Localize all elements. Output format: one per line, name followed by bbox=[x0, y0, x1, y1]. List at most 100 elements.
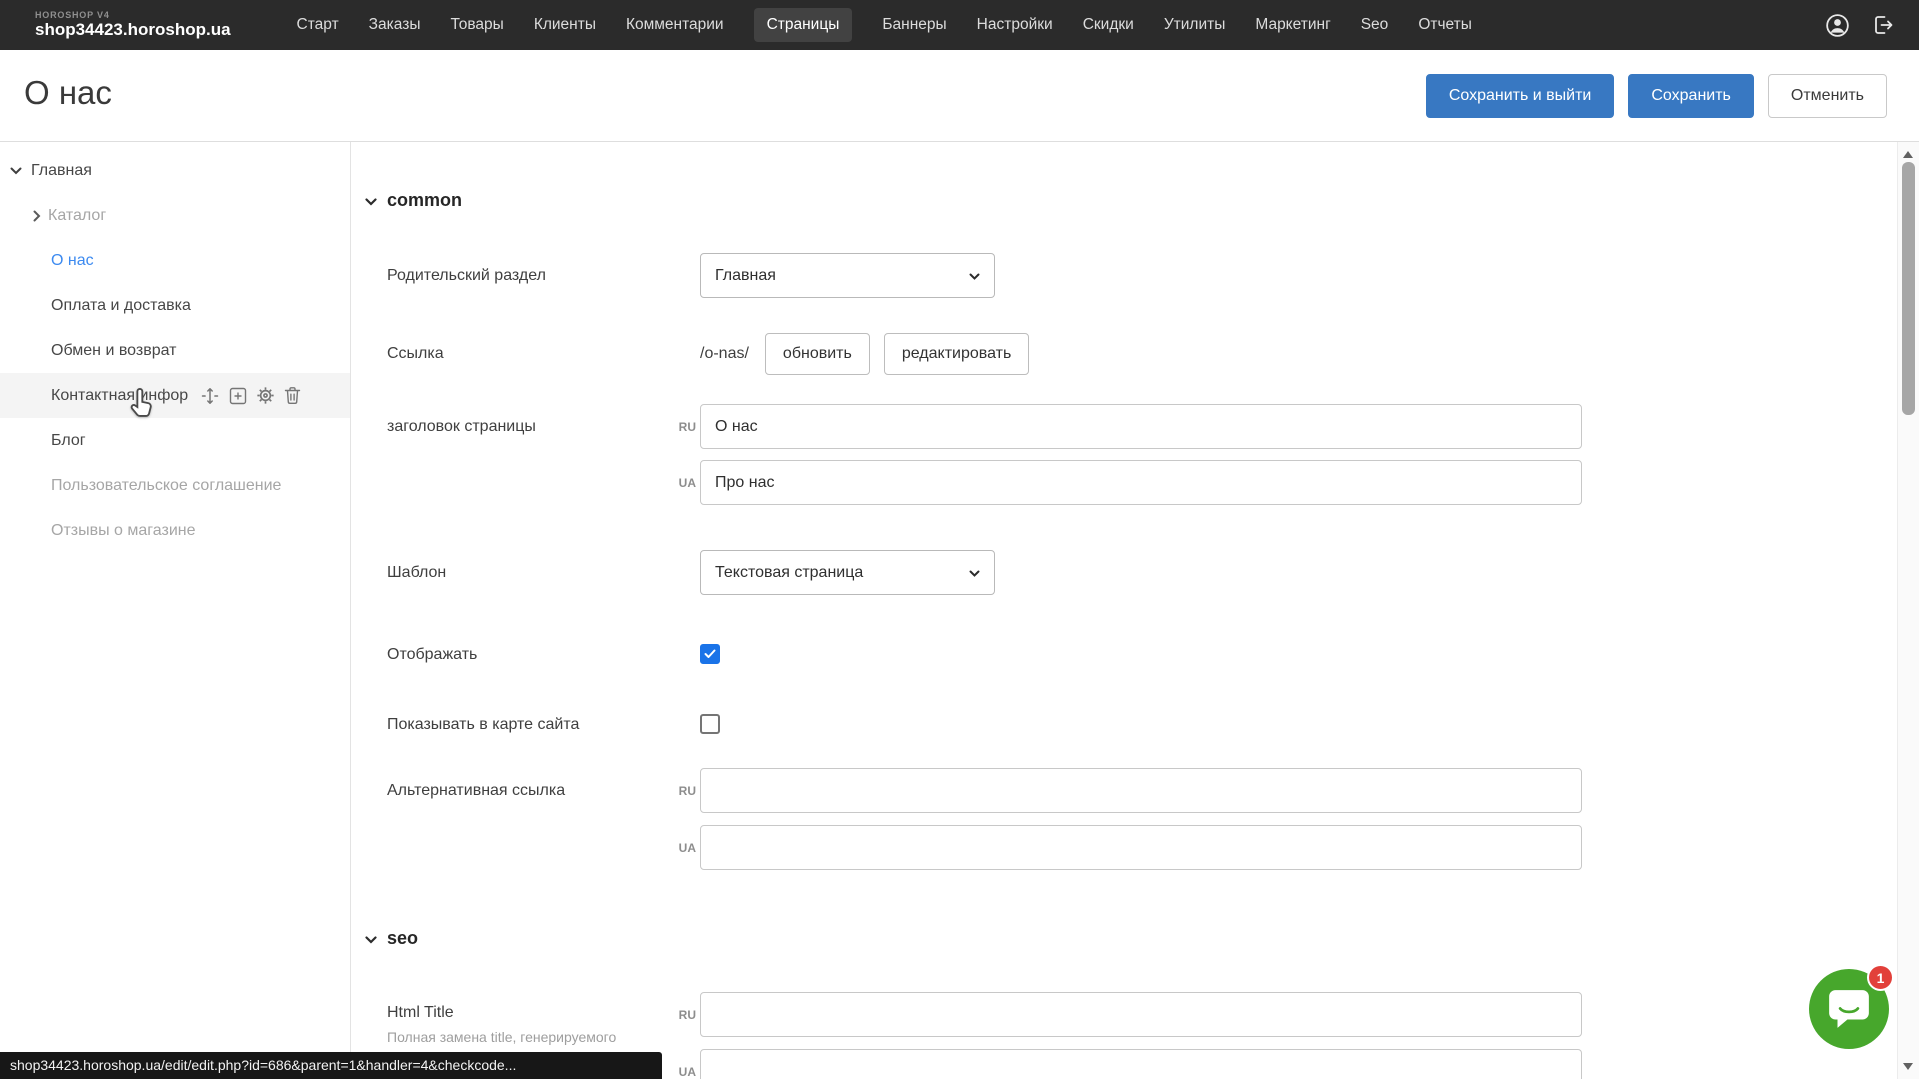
logout-icon[interactable] bbox=[1871, 13, 1895, 37]
section-seo[interactable]: seo bbox=[365, 923, 418, 953]
brand-logo[interactable]: HOROSHOP V4 shop34423.horoshop.ua bbox=[35, 11, 231, 38]
nav-banners[interactable]: Баннеры bbox=[882, 16, 946, 34]
alt-link-ru-input[interactable] bbox=[700, 768, 1582, 813]
tree-item-catalog[interactable]: Каталог bbox=[0, 193, 350, 238]
display-checkbox[interactable] bbox=[700, 644, 720, 664]
nav-products[interactable]: Товары bbox=[450, 16, 503, 34]
tree-item-label: Отзывы о магазине bbox=[51, 522, 196, 540]
tree-item-home[interactable]: Главная bbox=[0, 148, 350, 193]
field-label: Альтернативная ссылка bbox=[387, 768, 565, 813]
select-value: Главная bbox=[715, 267, 776, 285]
lang-badge-ru: RU bbox=[652, 992, 696, 1037]
chevron-right-icon bbox=[33, 210, 41, 222]
app-root: HOROSHOP V4 shop34423.horoshop.ua Старт … bbox=[0, 0, 1919, 1079]
field-label: Родительский раздел bbox=[387, 253, 546, 298]
nav-start[interactable]: Старт bbox=[297, 16, 339, 34]
nav-seo[interactable]: Seo bbox=[1361, 16, 1389, 34]
nav-reports[interactable]: Отчеты bbox=[1418, 16, 1472, 34]
tree-item-label: О нас bbox=[51, 252, 94, 270]
nav-marketing[interactable]: Маркетинг bbox=[1255, 16, 1330, 34]
save-exit-button[interactable]: Сохранить и выйти bbox=[1426, 74, 1615, 118]
save-button[interactable]: Сохранить bbox=[1628, 74, 1754, 118]
tree-item-about-us[interactable]: О нас bbox=[0, 238, 350, 283]
lang-badge-ua: UA bbox=[652, 825, 696, 870]
status-url-tooltip: shop34423.horoshop.ua/edit/edit.php?id=6… bbox=[0, 1052, 662, 1079]
nav-clients[interactable]: Клиенты bbox=[534, 16, 596, 34]
tree-item-label: Обмен и возврат bbox=[51, 342, 176, 360]
tree-item-store-reviews[interactable]: Отзывы о магазине bbox=[0, 508, 350, 553]
parent-section-select[interactable]: Главная bbox=[700, 253, 995, 298]
section-title: seo bbox=[387, 928, 418, 949]
nav-utilities[interactable]: Утилиты bbox=[1164, 16, 1226, 34]
page-header: О нас Сохранить и выйти Сохранить Отмени… bbox=[0, 50, 1919, 142]
chevron-down-icon bbox=[365, 190, 377, 211]
field-label-block: Html Title Полная замена title, генериру… bbox=[387, 1004, 616, 1045]
html-title-ua-input[interactable] bbox=[700, 1049, 1582, 1079]
page-heading-ua-input[interactable] bbox=[700, 460, 1582, 505]
account-icon[interactable] bbox=[1824, 12, 1851, 39]
nav-orders[interactable]: Заказы bbox=[369, 16, 421, 34]
scroll-down-arrow-icon[interactable] bbox=[1903, 1063, 1913, 1070]
delete-trash-icon[interactable] bbox=[284, 386, 301, 405]
tree-item-blog[interactable]: Блог bbox=[0, 418, 350, 463]
tree-item-user-agreement[interactable]: Пользовательское соглашение bbox=[0, 463, 350, 508]
field-template: Шаблон Текстовая страница bbox=[352, 550, 1897, 595]
field-alt-link-ru: Альтернативная ссылка RU bbox=[352, 768, 1897, 813]
lang-badge-ru: RU bbox=[652, 404, 696, 449]
tree-item-actions bbox=[200, 386, 301, 406]
tree-item-label: Оплата и доставка bbox=[51, 297, 191, 315]
settings-gear-icon[interactable] bbox=[256, 386, 275, 405]
section-common[interactable]: common bbox=[365, 185, 462, 215]
main-nav: Старт Заказы Товары Клиенты Комментарии … bbox=[297, 8, 1472, 42]
header-actions: Сохранить и выйти Сохранить Отменить bbox=[1426, 74, 1887, 118]
section-title: common bbox=[387, 190, 462, 211]
chat-widget-button[interactable]: 1 bbox=[1809, 969, 1889, 1049]
cancel-button[interactable]: Отменить bbox=[1768, 74, 1887, 118]
link-edit-button[interactable]: редактировать bbox=[884, 333, 1029, 375]
alt-link-ua-input[interactable] bbox=[700, 825, 1582, 870]
chevron-down-icon bbox=[10, 167, 22, 175]
field-link: Ссылка /o-nas/ обновить редактировать bbox=[352, 331, 1897, 376]
page-heading-ru-input[interactable] bbox=[700, 404, 1582, 449]
scroll-up-arrow-icon[interactable] bbox=[1903, 151, 1913, 158]
nav-comments[interactable]: Комментарии bbox=[626, 16, 724, 34]
field-page-heading-ua: UA bbox=[352, 460, 1897, 505]
chevron-down-icon bbox=[365, 928, 377, 949]
nav-discounts[interactable]: Скидки bbox=[1083, 16, 1134, 34]
sitemap-checkbox[interactable] bbox=[700, 714, 720, 734]
topbar-right bbox=[1824, 12, 1895, 39]
brand-domain-label: shop34423.horoshop.ua bbox=[35, 21, 231, 39]
field-hint: Полная замена title, генерируемого bbox=[387, 1029, 616, 1045]
template-select[interactable]: Текстовая страница bbox=[700, 550, 995, 595]
chat-bubble-icon bbox=[1826, 987, 1872, 1031]
chevron-down-icon bbox=[969, 267, 980, 285]
link-path: /o-nas/ bbox=[700, 345, 749, 363]
tree-item-contact-info[interactable]: Контактная инфор bbox=[0, 373, 350, 418]
nav-pages[interactable]: Страницы bbox=[754, 8, 853, 42]
lang-badge-ru: RU bbox=[652, 768, 696, 813]
html-title-ru-input[interactable] bbox=[700, 992, 1582, 1037]
topbar: HOROSHOP V4 shop34423.horoshop.ua Старт … bbox=[0, 0, 1919, 50]
tree-item-label: Каталог bbox=[48, 207, 106, 225]
page-title: О нас bbox=[24, 74, 112, 112]
link-update-button[interactable]: обновить bbox=[765, 333, 870, 375]
page-edit-form: common Родительский раздел Главная Ссылк… bbox=[352, 142, 1897, 1079]
field-label: заголовок страницы bbox=[387, 404, 536, 449]
lang-badge-ua: UA bbox=[652, 460, 696, 505]
tree-item-exchange-return[interactable]: Обмен и возврат bbox=[0, 328, 350, 373]
field-display: Отображать bbox=[352, 632, 1897, 677]
scrollbar-thumb[interactable] bbox=[1902, 162, 1915, 415]
tree-item-payment-delivery[interactable]: Оплата и доставка bbox=[0, 283, 350, 328]
drag-move-icon[interactable] bbox=[200, 386, 220, 406]
vertical-scrollbar[interactable] bbox=[1897, 142, 1919, 1079]
field-label: Html Title bbox=[387, 1004, 616, 1022]
tree-item-label: Контактная инфор bbox=[51, 387, 188, 405]
field-alt-link-ua: UA bbox=[352, 825, 1897, 870]
tree-item-label: Главная bbox=[31, 162, 92, 180]
add-page-icon[interactable] bbox=[229, 387, 247, 405]
pages-tree-sidebar: Главная Каталог О нас Оплата и доставка … bbox=[0, 142, 351, 1079]
field-label: Ссылка bbox=[387, 331, 444, 376]
tree-item-label: Пользовательское соглашение bbox=[51, 477, 281, 495]
link-controls: /o-nas/ обновить редактировать bbox=[700, 331, 1029, 376]
nav-settings[interactable]: Настройки bbox=[977, 16, 1053, 34]
